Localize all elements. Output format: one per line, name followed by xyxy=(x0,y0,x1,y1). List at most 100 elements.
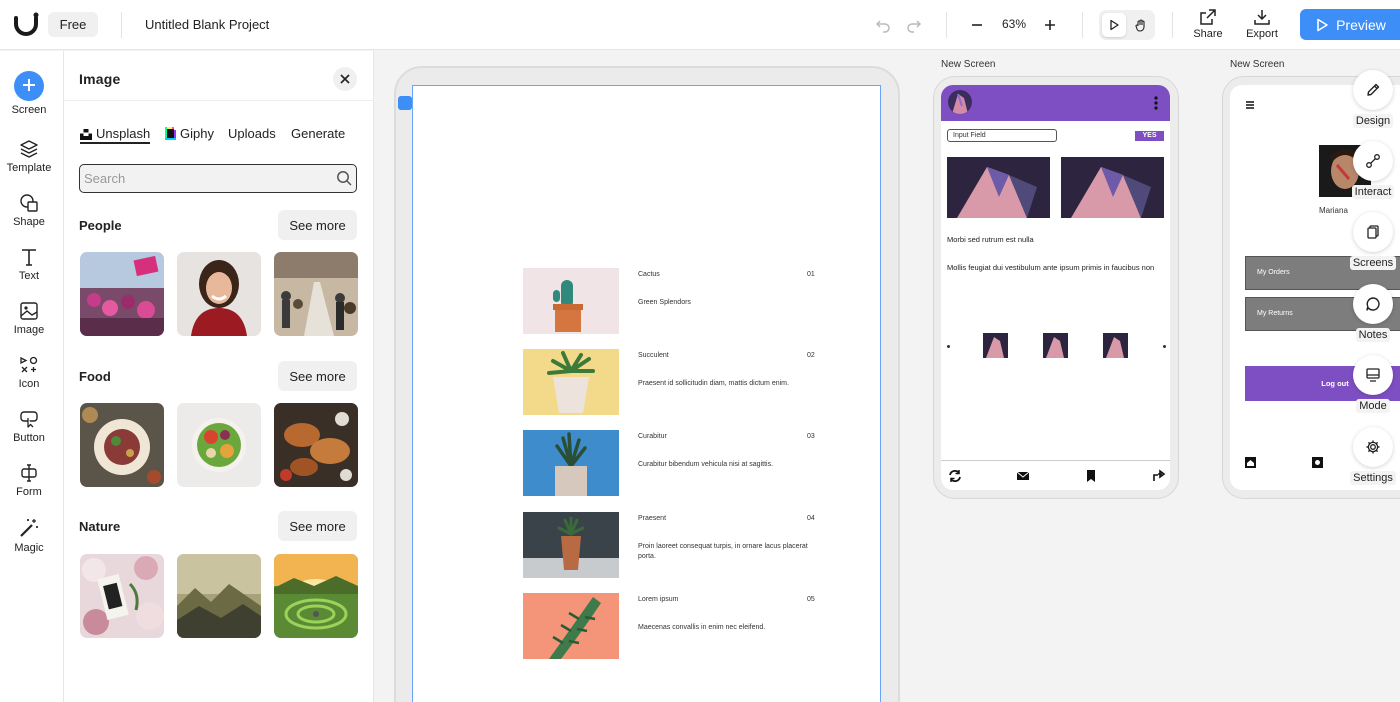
rail-item-image[interactable]: Image xyxy=(0,301,58,336)
screens-tool[interactable]: Screens xyxy=(1343,212,1400,271)
layers-icon xyxy=(20,140,38,158)
preview-button[interactable]: Preview xyxy=(1300,9,1400,40)
nature-image-2[interactable] xyxy=(177,554,261,638)
rail-label: Icon xyxy=(18,378,40,390)
image-icon xyxy=(20,302,38,320)
food-image-1[interactable] xyxy=(80,403,164,487)
list-item[interactable]: Curabitur 03 Curabitur bibendum vehicula… xyxy=(523,430,823,496)
rail-item-text[interactable]: Text xyxy=(0,247,58,282)
rail-item-screen[interactable]: Screen xyxy=(0,71,58,116)
preview-label: Preview xyxy=(1336,16,1386,33)
export-button[interactable]: Export xyxy=(1242,8,1282,42)
design-tool[interactable]: Design xyxy=(1343,70,1400,129)
more-vertical-icon[interactable] xyxy=(1154,96,1158,110)
carousel-prev-dot xyxy=(947,345,950,348)
list-item[interactable]: Lorem ipsum 05 Maecenas convallis in eni… xyxy=(523,593,823,659)
people-image-2[interactable] xyxy=(177,252,261,336)
rail-label: Shape xyxy=(13,216,45,228)
app-logo-icon[interactable] xyxy=(12,10,42,40)
play-icon xyxy=(1317,18,1328,31)
lorem-ipsum-image xyxy=(523,593,619,659)
rail-label: Button xyxy=(13,432,45,444)
tab-label: Generate xyxy=(291,126,346,141)
carousel-next-dot xyxy=(1163,345,1166,348)
mode-tool[interactable]: Mode xyxy=(1343,355,1400,414)
notes-tool[interactable]: Notes xyxy=(1343,284,1400,343)
nature-image-1[interactable] xyxy=(80,554,164,638)
rail-label: Image xyxy=(13,324,45,336)
mail-icon[interactable] xyxy=(1016,469,1030,483)
image-panel: Image Unsplash Giphy Uploads Generate Pe… xyxy=(64,51,374,702)
panel-title: Image xyxy=(79,71,121,87)
image-search-box xyxy=(79,164,357,193)
share-icon[interactable] xyxy=(1152,469,1166,483)
rail-label: Magic xyxy=(14,542,44,554)
praesent-image xyxy=(523,512,619,578)
icons-icon xyxy=(20,356,38,373)
mobile-text-1: Morbi sed rutrum est nulla xyxy=(947,235,1034,244)
refresh-icon[interactable] xyxy=(948,469,962,483)
rail-item-button[interactable]: Button xyxy=(0,409,58,444)
tab-unsplash[interactable]: Unsplash xyxy=(80,126,151,144)
download-icon xyxy=(1254,10,1270,25)
project-title[interactable]: Untitled Blank Project xyxy=(145,17,269,32)
food-image-3[interactable] xyxy=(274,403,358,487)
screen-2-frame[interactable]: Input Field YES Morbi sed rutrum est nul… xyxy=(933,76,1179,499)
divider xyxy=(1082,12,1083,38)
people-image-1[interactable] xyxy=(80,252,164,336)
export-label: Export xyxy=(1246,28,1278,40)
zoom-in-icon[interactable] xyxy=(1037,12,1063,38)
artboard-selected[interactable]: Cactus 01 Green Splendors Succulent 02 P… xyxy=(412,85,881,702)
bookmark-icon[interactable] xyxy=(1084,469,1098,483)
tab-generate[interactable]: Generate xyxy=(291,126,345,141)
people-image-3[interactable] xyxy=(274,252,358,336)
section-title-food: Food xyxy=(79,369,111,384)
close-panel-button[interactable] xyxy=(333,67,357,91)
share-icon xyxy=(1200,9,1216,25)
search-input[interactable] xyxy=(84,168,324,188)
list-item[interactable]: Cactus 01 Green Splendors xyxy=(523,268,823,334)
nature-image-3[interactable] xyxy=(274,554,358,638)
list-item[interactable]: Praesent 04 Proin laoreet consequat turp… xyxy=(523,512,823,578)
tab-uploads[interactable]: Uploads xyxy=(228,126,276,141)
item-description: Praesent id sollicitudin diam, mattis di… xyxy=(638,380,789,387)
plan-badge[interactable]: Free xyxy=(48,12,98,37)
close-icon xyxy=(340,74,350,84)
rail-item-magic[interactable]: Magic xyxy=(0,517,58,554)
menu-icon[interactable] xyxy=(1245,100,1255,110)
screens-icon xyxy=(1353,212,1393,252)
tab-label: Giphy xyxy=(180,126,214,141)
settings-tool[interactable]: Settings xyxy=(1343,427,1400,486)
see-more-food-button[interactable]: See more xyxy=(278,361,357,391)
rail-item-template[interactable]: Template xyxy=(0,139,58,174)
food-image-2[interactable] xyxy=(177,403,261,487)
list-item[interactable]: Succulent 02 Praesent id sollicitudin di… xyxy=(523,349,823,415)
camera-icon[interactable] xyxy=(1312,457,1323,468)
artboard-handle[interactable] xyxy=(398,96,412,110)
share-button[interactable]: Share xyxy=(1188,8,1228,42)
see-more-people-button[interactable]: See more xyxy=(278,210,357,240)
hand-mode-icon[interactable] xyxy=(1128,13,1152,37)
screen-label[interactable]: New Screen xyxy=(941,59,995,70)
search-icon[interactable] xyxy=(336,170,352,186)
rail-item-form[interactable]: Form xyxy=(0,463,58,498)
panel-header: Image xyxy=(64,51,374,101)
zoom-level[interactable]: 63% xyxy=(996,17,1032,31)
see-more-nature-button[interactable]: See more xyxy=(278,511,357,541)
rail-item-icon[interactable]: Icon xyxy=(0,355,58,390)
divider xyxy=(1172,12,1173,38)
pencil-icon xyxy=(1353,70,1393,110)
rail-item-shape[interactable]: Shape xyxy=(0,193,58,228)
form-icon xyxy=(21,464,37,482)
undo-icon[interactable] xyxy=(870,12,896,38)
zoom-out-icon[interactable] xyxy=(964,12,990,38)
interact-tool[interactable]: Interact xyxy=(1343,141,1400,200)
tool-label: Design xyxy=(1352,114,1394,128)
interact-icon xyxy=(1353,141,1393,181)
design-canvas[interactable]: Cactus 01 Green Splendors Succulent 02 P… xyxy=(375,51,1400,702)
pointer-mode-icon[interactable] xyxy=(1102,13,1126,37)
tab-giphy[interactable]: Giphy xyxy=(165,126,214,141)
screen-label[interactable]: New Screen xyxy=(1230,59,1284,70)
home-icon[interactable] xyxy=(1245,457,1256,468)
redo-icon[interactable] xyxy=(901,12,927,38)
